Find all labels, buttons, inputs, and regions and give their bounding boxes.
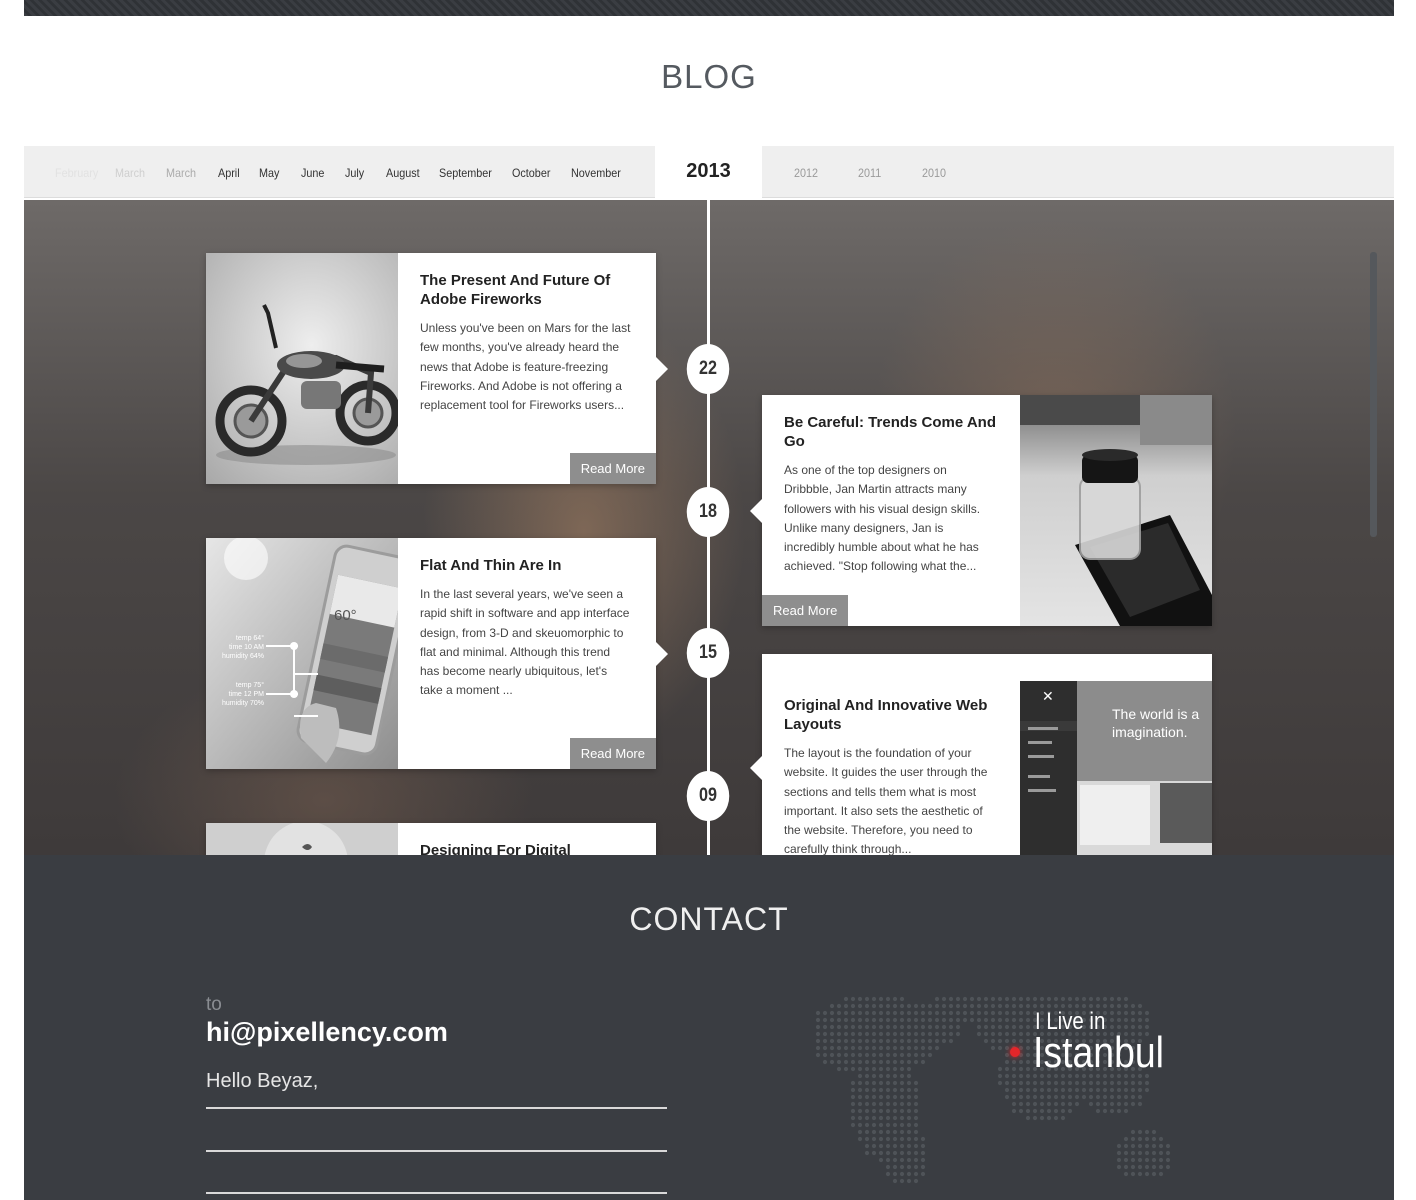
blog-post-card: Be Careful: Trends Come And Go As one of…	[750, 395, 1212, 626]
blog-post-card: 60° temp 64° time 10 AM humidity 64% tem…	[206, 538, 668, 769]
card-pointer	[656, 357, 668, 381]
card-pointer	[750, 756, 762, 780]
year-link-2011[interactable]: 2011	[858, 166, 881, 180]
post-date-badge: 22	[686, 344, 730, 394]
month-link[interactable]: June	[301, 166, 324, 180]
month-link[interactable]: October	[512, 166, 550, 180]
month-link[interactable]: March	[166, 166, 196, 180]
post-date-badge: 18	[686, 487, 730, 537]
month-link[interactable]: July	[345, 166, 364, 180]
post-body: The Present And Future Of Adobe Firework…	[420, 271, 632, 415]
contact-section: CONTACT to hi@pixellency.com Hello Beyaz…	[24, 855, 1394, 1200]
month-link[interactable]: February	[55, 166, 98, 180]
read-more-button[interactable]: Read More	[569, 453, 656, 484]
month-link[interactable]: March	[115, 166, 145, 180]
world-map-dots	[814, 995, 1209, 1200]
screenshot-headline: The world is a imagination.	[1112, 706, 1200, 740]
post-body: Original And Innovative Web Layouts The …	[784, 696, 996, 855]
post-title[interactable]: Flat And Thin Are In	[420, 556, 632, 575]
month-link[interactable]: September	[439, 166, 492, 180]
weather-app-image[interactable]: 60° temp 64° time 10 AM humidity 64% tem…	[206, 538, 398, 769]
blog-post-card: The Present And Future Of Adobe Firework…	[206, 253, 668, 484]
page-frame: BLOG February March March April May June…	[24, 0, 1394, 1200]
post-title[interactable]: Be Careful: Trends Come And Go	[784, 413, 996, 451]
read-more-button[interactable]: Read More	[762, 595, 849, 626]
blog-title: BLOG	[661, 58, 757, 95]
weather-label: time 10 AM	[229, 644, 264, 651]
message-field[interactable]: Hello Beyaz,	[206, 1070, 318, 1093]
weather-label: temp 64°	[236, 634, 264, 642]
weather-label: time 12 PM	[229, 691, 265, 698]
card-pointer	[656, 642, 668, 666]
header-pattern-strip	[24, 0, 1394, 16]
month-link[interactable]: April	[218, 166, 240, 180]
message-line	[206, 1107, 667, 1109]
post-title[interactable]: Original And Innovative Web Layouts	[784, 696, 996, 734]
post-body: Flat And Thin Are In In the last several…	[420, 556, 632, 701]
post-date-badge: 15	[686, 628, 730, 678]
post-date-badge: 09	[686, 771, 730, 821]
post-title[interactable]: Designing For Digital	[420, 841, 632, 855]
post-image[interactable]	[206, 823, 398, 855]
weather-label: humidity 64%	[222, 653, 264, 660]
post-excerpt: As one of the top designers on Dribbble,…	[784, 463, 981, 574]
read-more-button[interactable]: Read More	[569, 738, 656, 769]
motorcycle-image[interactable]	[206, 253, 398, 484]
timeline-scrollbar[interactable]	[1370, 252, 1377, 537]
month-link[interactable]: November	[571, 166, 621, 180]
post-excerpt: The layout is the foundation of your web…	[784, 746, 988, 855]
post-excerpt: In the last several years, we've seen a …	[420, 587, 630, 698]
location-marker-icon	[1010, 1047, 1020, 1057]
weather-label: temp 75°	[236, 681, 264, 689]
year-link-2012[interactable]: 2012	[794, 166, 818, 180]
blog-post-card: ✕ The world is a imagination. Original A…	[750, 654, 1212, 855]
month-link[interactable]: May	[259, 166, 279, 180]
post-body: Be Careful: Trends Come And Go As one of…	[784, 413, 996, 577]
jar-on-phone-image[interactable]	[1020, 395, 1212, 626]
month-link[interactable]: August	[386, 166, 420, 180]
contact-email-link[interactable]: hi@pixellency.com	[206, 1017, 448, 1048]
year-link-2010[interactable]: 2010	[922, 166, 946, 180]
post-excerpt: Unless you've been on Mars for the last …	[420, 321, 631, 413]
blog-post-card: Designing For Digital	[206, 823, 656, 855]
svg-text:✕: ✕	[1042, 688, 1054, 704]
card-pointer	[750, 499, 762, 523]
weather-temp: 60°	[334, 607, 357, 624]
post-body: Designing For Digital	[420, 841, 632, 855]
message-line	[206, 1192, 667, 1194]
website-layout-image[interactable]: ✕ The world is a imagination.	[1020, 681, 1212, 855]
city-name: Istanbul	[1033, 1028, 1164, 1077]
weather-label: humidity 70%	[222, 700, 264, 707]
contact-title: CONTACT	[629, 901, 789, 937]
to-label: to	[206, 994, 222, 1015]
active-year-tab[interactable]: 2013	[655, 144, 762, 200]
message-line	[206, 1150, 667, 1152]
post-title[interactable]: The Present And Future Of Adobe Firework…	[420, 271, 632, 309]
blog-timeline: The Present And Future Of Adobe Firework…	[24, 200, 1394, 855]
